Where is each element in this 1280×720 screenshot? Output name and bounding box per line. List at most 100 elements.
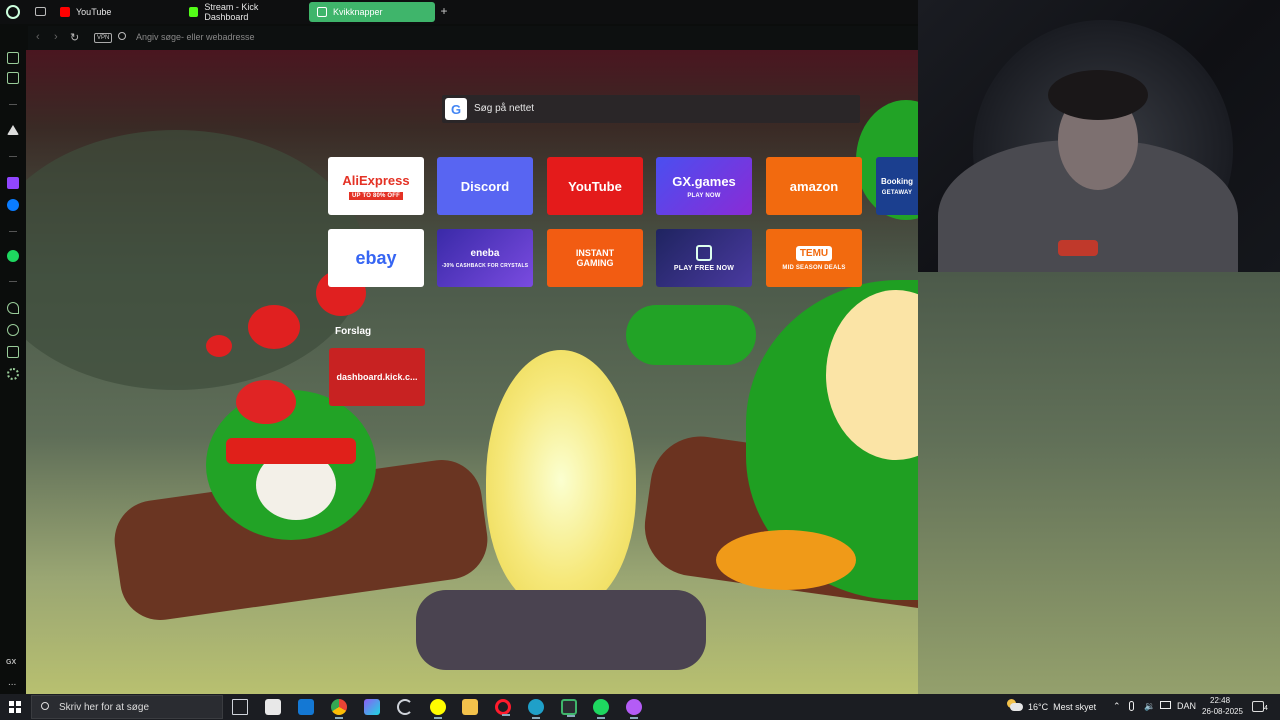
search-input[interactable]: Søg på nettet xyxy=(474,103,534,114)
pin-icon[interactable] xyxy=(7,302,19,314)
history-icon[interactable] xyxy=(7,324,19,336)
speed-dial-discord[interactable]: Discord xyxy=(437,157,533,215)
windows-taskbar: Skriv her for at søge 16°C Mest skyet ⌃ … xyxy=(0,694,1280,720)
g-app-icon[interactable] xyxy=(397,699,413,715)
language-indicator[interactable]: DAN xyxy=(1177,701,1196,711)
microphone-icon[interactable] xyxy=(1129,701,1134,711)
tile-sub: UP TO 80% OFF xyxy=(348,191,404,200)
weather-temp: 16°C xyxy=(1028,702,1049,712)
heart-icon xyxy=(248,305,300,349)
gx-corner-icon[interactable] xyxy=(7,72,19,84)
tile-label: YouTube xyxy=(568,178,622,194)
tray-chevron-up-icon[interactable]: ⌃ xyxy=(1113,701,1121,712)
gx-control-icon[interactable] xyxy=(7,52,19,64)
tab-kvikknapper[interactable]: Kvikknapper xyxy=(309,2,435,22)
twitch-icon[interactable] xyxy=(7,177,19,189)
task-view-icon[interactable] xyxy=(232,699,248,715)
edge-icon[interactable] xyxy=(528,699,544,719)
speed-dial-amazon[interactable]: amazon xyxy=(766,157,862,215)
speed-dial-page: G Søg på nettet AliExpress UP TO 80% OFF… xyxy=(26,50,918,694)
weather-cloudy-icon[interactable] xyxy=(1007,699,1023,713)
webcam-overlay xyxy=(918,0,1280,272)
speed-dial-ebay[interactable]: ebay xyxy=(328,229,424,287)
network-icon[interactable] xyxy=(1160,701,1171,709)
tile-label: Booking xyxy=(881,176,913,186)
reload-icon[interactable]: ↻ xyxy=(70,31,79,44)
microsoft-store-icon[interactable] xyxy=(265,699,281,715)
speed-dial-eneba[interactable]: eneba -30% CASHBACK FOR CRYSTALS xyxy=(437,229,533,287)
outlook-icon[interactable] xyxy=(298,699,314,715)
opera-icon[interactable] xyxy=(495,699,511,716)
new-tab-button[interactable]: + xyxy=(437,4,451,18)
forward-icon[interactable]: › xyxy=(54,31,58,43)
sidebar-divider xyxy=(9,281,17,282)
tile-label: AliExpress xyxy=(342,172,410,188)
speed-dial-gx-games[interactable]: GX.games PLAY NOW xyxy=(656,157,752,215)
search-icon xyxy=(41,702,49,710)
tab-menu-icon[interactable] xyxy=(35,7,46,16)
warships-logo-icon xyxy=(696,244,712,261)
wallpaper-campfire-flame xyxy=(486,350,636,610)
notification-count: 4 xyxy=(1264,705,1268,712)
search-icon xyxy=(118,32,126,40)
tab-label: Kvikknapper xyxy=(333,7,383,17)
settings-gear-icon[interactable] xyxy=(7,368,19,380)
notification-icon[interactable] xyxy=(1252,701,1264,712)
wallpaper-shadow xyxy=(26,130,366,390)
suggestion-tile-kick-dashboard[interactable]: dashboard.kick.c... xyxy=(329,348,425,406)
tile-label: PLAY FREE NOW xyxy=(673,264,735,272)
tile-label: amazon xyxy=(789,178,839,194)
speed-dial-aliexpress[interactable]: AliExpress UP TO 80% OFF xyxy=(328,157,424,215)
volume-icon[interactable]: 🔉 xyxy=(1144,701,1155,712)
chrome-icon[interactable] xyxy=(331,699,347,719)
clock-date[interactable]: 26-08-2025 xyxy=(1202,707,1243,716)
speed-dial-favicon-icon xyxy=(317,7,327,17)
tile-sub: MID SEASON DEALS xyxy=(782,264,846,271)
taskbar-search[interactable]: Skriv her for at søge xyxy=(31,695,223,719)
speed-dial-temu[interactable]: TEMU MID SEASON DEALS xyxy=(766,229,862,287)
wallpaper-bird-cap xyxy=(236,380,296,424)
streaming-app-icon[interactable] xyxy=(626,699,642,719)
tile-sub: GETAWAY xyxy=(881,189,913,196)
aria-icon[interactable] xyxy=(7,125,19,135)
windows-start-icon[interactable] xyxy=(9,701,21,713)
tile-sub: -30% CASHBACK FOR CRYSTALS xyxy=(441,262,529,269)
taskbar-search-input[interactable]: Skriv her for at søge xyxy=(59,702,149,713)
tab-youtube[interactable]: YouTube xyxy=(52,2,180,22)
tab-kick-dashboard[interactable]: Stream - Kick Dashboard xyxy=(181,2,307,22)
speed-dial-world-of-warships[interactable]: PLAY FREE NOW xyxy=(656,229,752,287)
messenger-icon[interactable] xyxy=(7,199,19,211)
speed-dial-instant-gaming[interactable]: INSTANT GAMING xyxy=(547,229,643,287)
file-explorer-icon[interactable] xyxy=(462,699,478,715)
gx-label[interactable]: GX xyxy=(6,659,16,666)
extensions-icon[interactable] xyxy=(7,346,19,358)
sidebar-more-icon[interactable]: ... xyxy=(8,677,16,688)
sidebar-divider xyxy=(9,104,17,105)
weather-text[interactable]: 16°C Mest skyet xyxy=(1028,702,1096,712)
clock-time[interactable]: 22:48 xyxy=(1210,696,1230,705)
tile-label: ebay xyxy=(355,247,397,268)
opera-gx-logo-icon[interactable] xyxy=(6,5,20,19)
spotify-icon[interactable] xyxy=(593,699,609,719)
snapchat-icon[interactable] xyxy=(430,699,446,719)
speed-dial-youtube[interactable]: YouTube xyxy=(547,157,643,215)
sidebar: GX ... xyxy=(0,24,26,694)
suggestions-heading: Forslag xyxy=(335,326,372,337)
opera-gx-icon[interactable] xyxy=(561,699,577,717)
tile-label: INSTANT GAMING xyxy=(575,248,615,268)
webcam-person-hair xyxy=(1048,70,1148,120)
webcam-phone xyxy=(1058,240,1098,256)
multicolor-app-icon[interactable] xyxy=(364,699,380,715)
web-search-box[interactable]: G Søg på nettet xyxy=(442,95,860,123)
address-input[interactable]: Angiv søge- eller webadresse xyxy=(136,32,255,42)
sidebar-divider xyxy=(9,231,17,232)
speed-dial-booking[interactable]: Booking GETAWAY xyxy=(876,157,918,215)
weather-desc: Mest skyet xyxy=(1053,702,1097,712)
wallpaper-campfire-stones xyxy=(416,590,706,670)
back-icon[interactable]: ‹ xyxy=(36,31,40,43)
google-icon: G xyxy=(445,98,467,120)
spotify-icon[interactable] xyxy=(7,250,19,262)
wallpaper-bird-glasses xyxy=(226,438,356,464)
vpn-badge[interactable]: VPN xyxy=(94,33,113,43)
wallpaper-ogre-arm xyxy=(626,305,756,365)
